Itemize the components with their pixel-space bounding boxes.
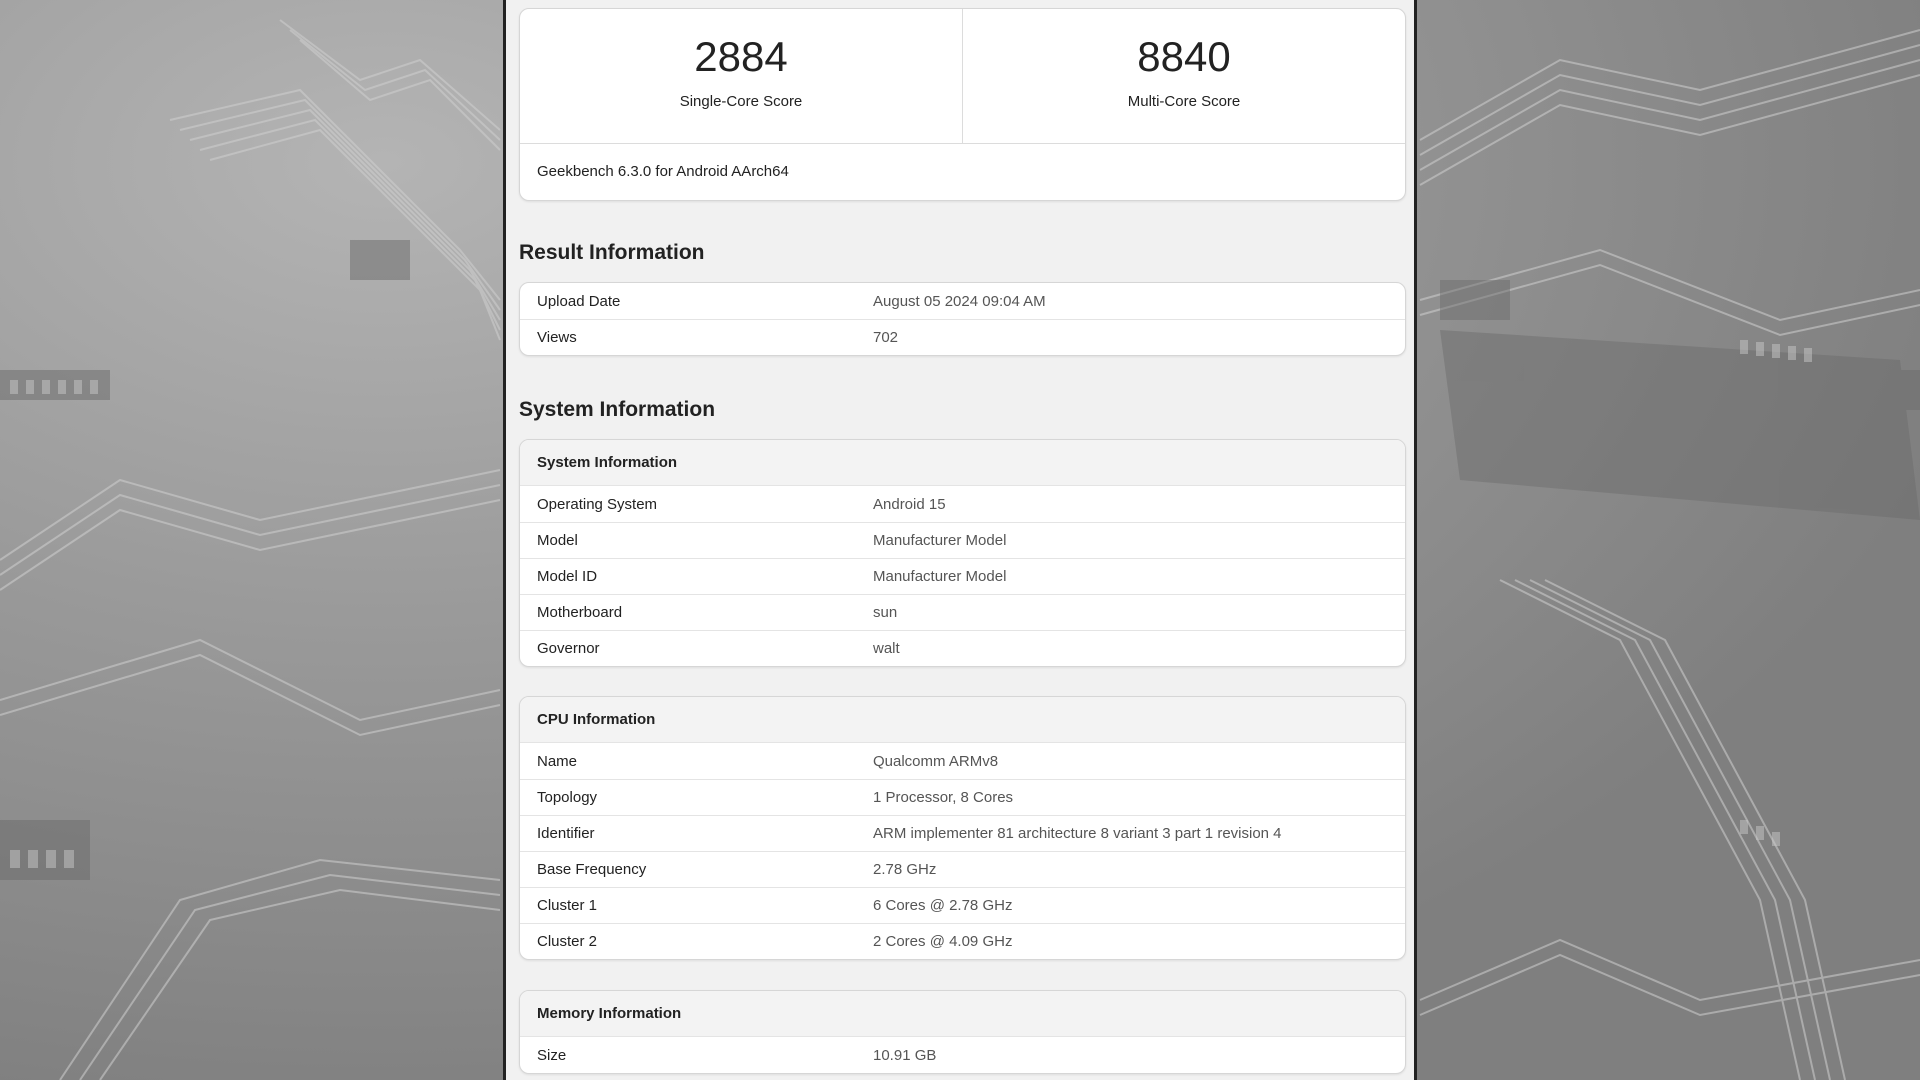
cpu-name-key: Name [537, 752, 578, 770]
single-core-score: 2884 Single-Core Score [520, 9, 962, 143]
table-row: Cluster 1 6 Cores @ 2.78 GHz [520, 887, 1405, 923]
table-row: Operating System Android 15 [520, 486, 1405, 522]
system-information-title: System Information [519, 398, 716, 421]
identifier-key: Identifier [537, 825, 595, 842]
benchmark-version: Geekbench 6.3.0 for Android AArch64 [537, 163, 789, 180]
table-row: Name Qualcomm ARMv8 [520, 743, 1405, 779]
operating-system-value: Android 15 [873, 495, 946, 513]
table-row: Identifier ARM implementer 81 architectu… [520, 815, 1405, 851]
table-row: Size 10.91 GB [520, 1037, 1405, 1073]
table-row: Governor walt [520, 630, 1405, 666]
result-information-title: Result Information [519, 241, 705, 264]
memory-size-value: 10.91 GB [873, 1046, 937, 1064]
cpu-name-value: Qualcomm ARMv8 [873, 752, 999, 770]
governor-key: Governor [537, 640, 600, 657]
table-row: Topology 1 Processor, 8 Cores [520, 779, 1405, 815]
cluster-2-key: Cluster 2 [537, 933, 598, 950]
identifier-value: ARM implementer 81 architecture 8 varian… [873, 825, 1282, 842]
base-frequency-value: 2.78 GHz [873, 861, 937, 878]
cpu-information-card: CPU Information Name Qualcomm ARMv8 Topo… [519, 696, 1406, 960]
table-row: Motherboard sun [520, 594, 1405, 630]
base-frequency-key: Base Frequency [537, 861, 647, 878]
table-row: Upload Date August 05 2024 09:04 AM [520, 283, 1405, 319]
benchmark-result-page: 2884 Single-Core Score 8840 Multi-Core S… [503, 0, 1417, 1080]
system-information-card: System Information Operating System Andr… [519, 439, 1406, 667]
table-row: Model ID Manufacturer Model [520, 558, 1405, 594]
cpu-information-header: CPU Information [520, 697, 1405, 743]
table-row: Cluster 2 2 Cores @ 4.09 GHz [520, 923, 1405, 959]
topology-value: 1 Processor, 8 Cores [873, 789, 1014, 806]
motherboard-value: sun [873, 604, 898, 621]
views-key: Views [537, 329, 577, 346]
operating-system-key: Operating System [537, 495, 658, 513]
model-value: Manufacturer Model [873, 532, 1007, 549]
memory-information-header: Memory Information [520, 991, 1405, 1037]
cluster-1-value: 6 Cores @ 2.78 GHz [873, 897, 1013, 914]
motherboard-key: Motherboard [537, 604, 623, 621]
system-information-header: System Information [520, 440, 1405, 486]
multi-core-score-value: 8840 [1137, 33, 1231, 80]
result-information-card: Upload Date August 05 2024 09:04 AM View… [519, 282, 1406, 356]
topology-key: Topology [537, 789, 598, 806]
multi-core-score-label: Multi-Core Score [1127, 93, 1241, 110]
model-id-value: Manufacturer Model [873, 568, 1007, 585]
governor-value: walt [873, 640, 900, 657]
memory-size-key: Size [537, 1046, 567, 1064]
memory-information-card: Memory Information Size 10.91 GB [519, 990, 1406, 1074]
table-row: Model Manufacturer Model [520, 522, 1405, 558]
single-core-score-value: 2884 [694, 33, 788, 80]
table-row: Views 702 [520, 319, 1405, 355]
upload-date-key: Upload Date [537, 292, 621, 310]
model-key: Model [537, 532, 578, 549]
score-card: 2884 Single-Core Score 8840 Multi-Core S… [519, 8, 1406, 201]
views-value: 702 [873, 329, 899, 346]
multi-core-score: 8840 Multi-Core Score [962, 9, 1405, 143]
cluster-1-key: Cluster 1 [537, 897, 598, 914]
single-core-score-label: Single-Core Score [679, 93, 803, 110]
cluster-2-value: 2 Cores @ 4.09 GHz [873, 933, 1013, 950]
upload-date-value: August 05 2024 09:04 AM [873, 292, 1046, 310]
table-row: Base Frequency 2.78 GHz [520, 851, 1405, 887]
model-id-key: Model ID [537, 568, 598, 585]
